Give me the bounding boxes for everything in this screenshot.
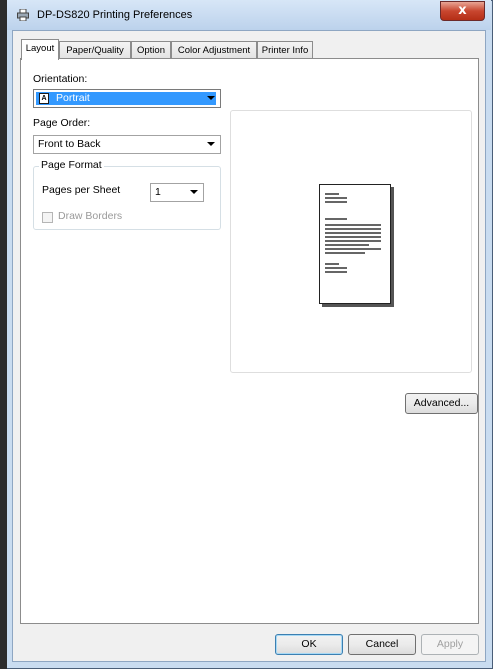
tab-label: Color Adjustment	[177, 45, 251, 56]
preview-line	[325, 197, 347, 199]
preview-line	[325, 248, 381, 250]
page-order-label: Page Order:	[33, 117, 91, 129]
preview-line	[325, 244, 369, 246]
preview-line	[325, 236, 381, 238]
apply-button[interactable]: Apply	[421, 634, 479, 655]
chevron-down-icon	[207, 96, 215, 100]
layout-preview	[230, 110, 472, 373]
pages-per-sheet-label: Pages per Sheet	[42, 184, 121, 196]
close-button[interactable]: x	[440, 1, 485, 21]
page-format-title: Page Format	[39, 159, 104, 171]
orientation-select[interactable]: A Portrait	[33, 89, 221, 108]
preview-line	[325, 224, 381, 226]
tab-label: Paper/Quality	[66, 45, 124, 56]
preview-line	[325, 263, 339, 265]
tab-label: Option	[137, 45, 165, 56]
printer-icon	[17, 9, 29, 21]
dialog-client: Layout Paper/Quality Option Color Adjust…	[12, 30, 486, 662]
preview-line	[325, 228, 381, 230]
preview-line	[325, 252, 365, 254]
preview-line	[325, 193, 339, 195]
close-icon: x	[458, 3, 467, 18]
cancel-button[interactable]: Cancel	[348, 634, 416, 655]
tab-color-adjustment[interactable]: Color Adjustment	[171, 41, 257, 58]
preview-line	[325, 267, 347, 269]
ok-button[interactable]: OK	[275, 634, 343, 655]
preview-line	[325, 271, 347, 273]
tab-label: Printer Info	[261, 45, 309, 56]
layout-panel: Orientation: A Portrait Page Order: Fron…	[20, 58, 479, 624]
chevron-down-icon	[207, 142, 215, 146]
orientation-label: Orientation:	[33, 73, 88, 85]
portrait-page-icon: A	[39, 93, 49, 104]
preview-line	[325, 240, 381, 242]
tab-printer-info[interactable]: Printer Info	[257, 41, 313, 58]
tab-paper-quality[interactable]: Paper/Quality	[59, 41, 131, 58]
tab-option[interactable]: Option	[131, 41, 171, 58]
advanced-button[interactable]: Advanced...	[405, 393, 478, 414]
preview-line	[325, 232, 381, 234]
tab-layout[interactable]: Layout	[21, 39, 59, 60]
preview-line	[325, 201, 347, 203]
page-preview-icon	[319, 184, 391, 304]
draw-borders-checkbox[interactable]	[42, 212, 53, 223]
preview-line	[325, 218, 347, 220]
pages-per-sheet-value: 1	[155, 186, 161, 198]
draw-borders-label: Draw Borders	[58, 210, 123, 222]
title-bar[interactable]: DP-DS820 Printing Preferences x	[7, 0, 491, 30]
page-order-select[interactable]: Front to Back	[33, 135, 221, 154]
page-order-value: Front to Back	[38, 138, 101, 150]
window-title: DP-DS820 Printing Preferences	[37, 9, 193, 21]
chevron-down-icon	[190, 190, 198, 194]
page-format-group: Page Format Pages per Sheet 1 Draw Borde…	[33, 159, 221, 230]
window-edge	[0, 0, 7, 669]
tab-label: Layout	[25, 43, 55, 54]
pages-per-sheet-select[interactable]: 1	[150, 183, 204, 202]
window-bottom-border	[7, 662, 491, 668]
orientation-value: Portrait	[56, 92, 90, 104]
